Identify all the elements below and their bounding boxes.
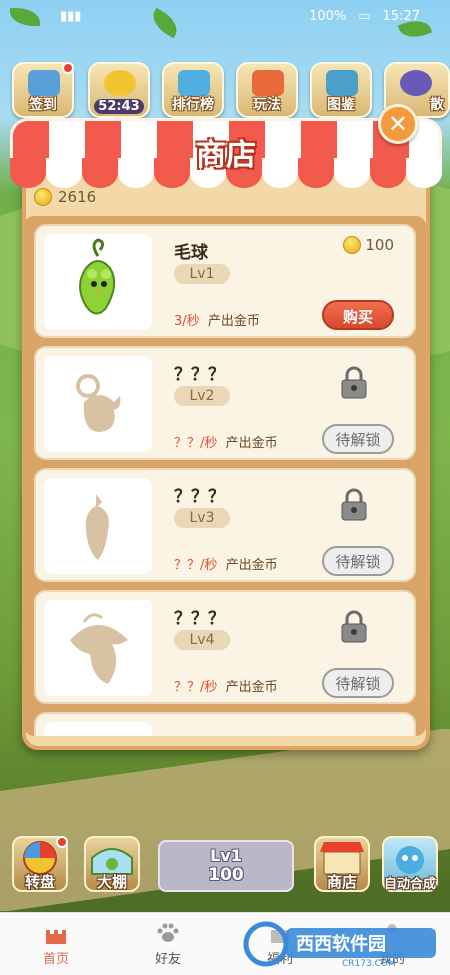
game-action-bar: 转盘 大棚 Lv1 100 商店 自动合成 bbox=[0, 836, 450, 898]
coin-balance: 2616 bbox=[34, 188, 96, 206]
unlock-pending-button[interactable]: 待解锁 bbox=[322, 668, 394, 698]
shop-button[interactable]: 商店 bbox=[314, 836, 370, 892]
play-icon bbox=[400, 70, 432, 96]
item-name: ？？？ bbox=[174, 487, 225, 507]
how-to-play-button[interactable]: 玩法 bbox=[236, 62, 298, 118]
tab-home-label: 首页 bbox=[42, 951, 69, 967]
item-image bbox=[44, 234, 152, 330]
tab-friends[interactable]: 好友 bbox=[112, 913, 224, 975]
item-image bbox=[44, 722, 152, 736]
shop-item-partial bbox=[34, 712, 416, 736]
shop-item: ？？？ Lv2 ？？/秒 产出金币 待解锁 bbox=[34, 346, 416, 460]
auto-merge-label: 自动合成 bbox=[383, 877, 436, 892]
notification-dot bbox=[56, 836, 68, 848]
signal-icon: ▮▮▮ bbox=[60, 8, 82, 24]
battery-text: 100% bbox=[309, 8, 347, 24]
site-watermark: 西西软件园 CR173.COM bbox=[243, 921, 436, 968]
spin-wheel-button[interactable]: 转盘 bbox=[12, 836, 68, 892]
sign-in-label: 签到 bbox=[29, 97, 57, 113]
spin-wheel-label: 转盘 bbox=[24, 873, 55, 891]
battery-icon: ▭ bbox=[358, 8, 371, 24]
merge-slot-level: Lv1 bbox=[210, 846, 242, 865]
item-rate: ？？/秒 产出金币 bbox=[174, 558, 278, 573]
book-icon bbox=[326, 70, 358, 96]
coin-timer-button[interactable]: 52:43 bbox=[88, 62, 150, 118]
auto-merge-button[interactable]: 自动合成 bbox=[382, 836, 438, 892]
item-price: 100 bbox=[343, 236, 394, 254]
shop-item: 毛球 Lv1 3/秒 产出金币 100 购买 bbox=[34, 224, 416, 338]
ranking-button[interactable]: 排行榜 bbox=[162, 62, 224, 118]
watermark-brand: 西西软件园 bbox=[296, 933, 386, 955]
podium-icon bbox=[178, 70, 210, 96]
coin-icon bbox=[34, 188, 52, 206]
notification-dot bbox=[62, 62, 74, 74]
item-level: Lv2 bbox=[174, 386, 230, 406]
ranking-label: 排行榜 bbox=[172, 97, 214, 113]
coin-stack-icon bbox=[104, 70, 136, 96]
greenhouse-button[interactable]: 大棚 bbox=[84, 836, 140, 892]
unlock-pending-button[interactable]: 待解锁 bbox=[322, 424, 394, 454]
lock-icon bbox=[341, 366, 367, 399]
album-button[interactable]: 图鉴 bbox=[310, 62, 372, 118]
tab-home[interactable]: 首页 bbox=[0, 913, 112, 975]
item-rate: ？？/秒 产出金币 bbox=[174, 436, 278, 451]
tab-friends-label: 好友 bbox=[154, 951, 181, 967]
item-silhouette bbox=[44, 600, 152, 696]
clock-text: 15:27 bbox=[382, 8, 420, 24]
close-button[interactable]: ✕ bbox=[378, 104, 418, 144]
album-label: 图鉴 bbox=[327, 97, 355, 113]
buy-button[interactable]: 购买 bbox=[322, 300, 394, 330]
shop-item: ？？？ Lv3 ？？/秒 产出金币 待解锁 bbox=[34, 468, 416, 582]
lock-icon bbox=[341, 488, 367, 521]
item-name: ？？？ bbox=[174, 609, 225, 629]
shop-item: ？？？ Lv4 ？？/秒 产出金币 待解锁 bbox=[34, 590, 416, 704]
greenhouse-label: 大棚 bbox=[96, 873, 127, 891]
item-level: Lv3 bbox=[174, 508, 230, 528]
blue-creature-icon bbox=[396, 846, 424, 874]
item-silhouette bbox=[44, 478, 152, 574]
item-rate: ？？/秒 产出金币 bbox=[174, 680, 278, 695]
calendar-icon bbox=[28, 70, 60, 96]
coin-balance-value: 2616 bbox=[58, 188, 97, 206]
item-name: ？？？ bbox=[174, 365, 225, 385]
shop-awning: 商店 bbox=[10, 118, 442, 188]
item-level: Lv1 bbox=[174, 264, 230, 284]
item-level: Lv4 bbox=[174, 630, 230, 650]
item-rate: 3/秒 产出金币 bbox=[174, 314, 260, 329]
shop-label: 商店 bbox=[326, 873, 357, 891]
shop-title: 商店 bbox=[196, 138, 256, 173]
coin-icon bbox=[343, 236, 362, 254]
merge-slot-value: 100 bbox=[208, 865, 244, 885]
watermark-domain: CR173.COM bbox=[342, 959, 396, 968]
item-name: 毛球 bbox=[174, 243, 208, 263]
paw-icon bbox=[157, 923, 179, 942]
close-icon: ✕ bbox=[387, 110, 409, 138]
shop-item-list[interactable]: 毛球 Lv1 3/秒 产出金币 100 购买 ？？？ Lv2 ？？/秒 产出金币 bbox=[24, 216, 426, 736]
how-to-play-label: 玩法 bbox=[253, 97, 281, 113]
item-silhouette bbox=[44, 356, 152, 452]
pinwheel-icon bbox=[252, 70, 284, 96]
sign-in-button[interactable]: 签到 bbox=[12, 62, 74, 118]
castle-icon bbox=[46, 929, 66, 944]
status-bar: ▮▮▮ 100% ▭ 15:27 bbox=[0, 0, 450, 32]
timer-text: 52:43 bbox=[94, 99, 144, 114]
unlock-pending-button[interactable]: 待解锁 bbox=[322, 546, 394, 576]
merge-slot[interactable]: Lv1 100 bbox=[158, 840, 294, 892]
lock-icon bbox=[341, 610, 367, 643]
